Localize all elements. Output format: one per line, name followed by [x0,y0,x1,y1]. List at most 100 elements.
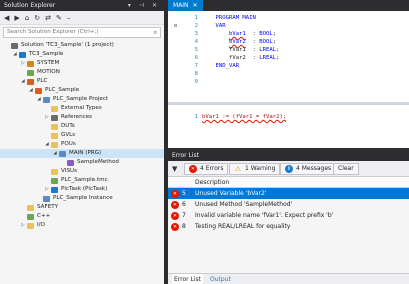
keyword-token: VAR [215,23,226,29]
close-icon[interactable]: ✕ [193,2,198,9]
solution-search-input[interactable]: Search Solution Explorer (Ctrl+;) ⌕ [3,27,161,38]
tab-error-list[interactable]: Error List [172,274,204,284]
tree-item-label: C++ [37,213,51,219]
tree-item[interactable]: ▷ I/O [0,221,164,230]
tree-item-label: External Types [61,105,102,111]
code-editor: MAIN ✕ 1 PROGRAM MAIN 2 VAR ⊟ 3 bVar1 : BOOL… [168,0,409,148]
code-line[interactable]: bVar2 : BOOL; [202,39,276,45]
error-number: 6 [182,201,186,208]
keyword-token: PROGRAM MAIN [215,15,256,21]
tree-item[interactable]: VISUs [0,167,164,176]
warnings-filter-button[interactable]: ⚠ 1 Warning [229,163,281,175]
messages-filter-button[interactable]: i 4 Messages [280,163,337,175]
expand-icon[interactable]: ▷ [44,185,50,194]
solution-explorer-title: Solution Explorer [4,2,56,9]
tree-item-label: SAFETY [37,204,59,210]
error-icon: ✕ [171,200,179,209]
home-icon[interactable]: ⌂ [25,13,29,23]
code-line[interactable]: bVar1 : BOOL; [202,31,276,37]
tree-item[interactable]: ◢ PLC_Sample [0,86,164,95]
collapse-arrow-icon[interactable]: ◢ [52,149,58,158]
tree-item-label: VISUs [61,168,78,174]
filter-icon[interactable]: ▼ [172,164,177,174]
tree-item[interactable]: ◢ TC3_Sample [0,50,164,59]
tree-item-label: PLC_Sample Instance [53,195,113,201]
fold-icon[interactable]: ⊟ [174,23,177,29]
expand-icon[interactable]: ▷ [20,59,26,68]
error-row[interactable]: ✕ 5 Unused Variable 'bVar2' [168,188,409,199]
description-column-header[interactable]: Description [195,177,229,188]
error-row[interactable]: ✕ 8 Testing REAL/LREAL for equality [168,221,409,232]
tree-item[interactable]: SAFETY [0,203,164,212]
code-line[interactable]: fVar1 : LREAL; [202,47,280,53]
code-line[interactable]: END_VAR [202,63,239,69]
expand-icon[interactable]: ▷ [20,221,26,230]
code-line[interactable]: VAR [202,23,226,29]
collapse-arrow-icon[interactable]: ◢ [12,50,18,59]
code-line[interactable]: bVar1 := (fVar1 = fVar2); [202,114,286,120]
flagged-token: bVar2 [228,39,246,45]
keyword-token: BOOL [259,39,273,45]
tree-item[interactable]: ◢ PLC [0,77,164,86]
tab-output[interactable]: Output [208,274,233,284]
folder-icon [51,141,58,148]
clear-button[interactable]: Clear [333,163,359,175]
flagged-token: bVar1 := (fVar1 = fVar2); [202,114,287,120]
code-token: ; [272,39,277,45]
collapse-arrow-icon[interactable]: ◢ [28,86,34,95]
error-row[interactable]: ✕ 6 Unused Method 'SampleMethod' [168,199,409,210]
tree-item[interactable]: PLC_Sample.tmc [0,176,164,185]
back-icon[interactable]: ◀ [4,13,9,23]
collapse-arrow-icon[interactable]: ◢ [20,77,26,86]
collapse-arrow-icon[interactable]: ◢ [36,95,42,104]
tree-item-label: Solution 'TC3_Sample' (1 project) [21,42,114,48]
history-icon[interactable]: ↻ [34,13,40,23]
tree-item[interactable]: DUTs [0,122,164,131]
declaration-editor[interactable]: 1 PROGRAM MAIN 2 VAR ⊟ 3 bVar1 : BOOL; 4 bVa… [168,11,409,105]
forward-icon[interactable]: ▶ [14,13,19,23]
tree-item[interactable]: ◢ POUs [0,140,164,149]
tmc-icon [51,177,58,184]
tree-item[interactable]: PLC_Sample Instance [0,194,164,203]
instance-icon [43,195,50,202]
properties-icon[interactable]: ✎ [56,13,62,23]
error-list-toolbar: ▼ ✕ 4 Errors ⚠ 1 Warning i 4 Messages Cl… [168,161,409,177]
error-row[interactable]: ✕ 7 Invalid variable name 'fVar1'. Expect … [168,210,409,221]
errors-filter-button[interactable]: ✕ 4 Errors [184,163,229,175]
tree-item[interactable]: ◢ MAIN (PRG) [0,149,164,158]
line-number: 1 [194,15,198,21]
warnings-count: 1 Warning [245,165,276,172]
tree-item[interactable]: ▷ PlcTask (PlcTask) [0,185,164,194]
search-icon[interactable]: ⌕ [154,28,157,37]
collapse-arrow-icon[interactable]: ◢ [44,140,50,149]
tree-item[interactable]: ▷ SYSTEM [0,59,164,68]
tree-item[interactable]: External Types [0,104,164,113]
line-number: 3 [194,31,198,37]
tree-item[interactable]: ◢ PLC_Sample Project [0,95,164,104]
tree-item[interactable]: Solution 'TC3_Sample' (1 project) [0,41,164,50]
error-icon: ✕ [171,211,179,220]
expand-icon[interactable]: ▷ [44,113,50,122]
sync-icon[interactable]: ⇄ [45,13,51,23]
tree-item[interactable]: C++ [0,212,164,221]
io-icon [27,222,34,229]
plc-proj-icon [43,96,50,103]
tree-item[interactable]: GVLs [0,131,164,140]
tree-item-label: MAIN (PRG) [69,150,102,156]
code-line[interactable]: PROGRAM MAIN [202,15,256,21]
code-line[interactable]: fVar2 : LREAL; [202,55,280,61]
tree-item[interactable]: MOTION [0,68,164,77]
implementation-editor[interactable]: 1 bVar1 := (fVar1 = fVar2); [168,108,409,148]
panel-window-controls[interactable]: ▾ ⊣ ✕ [128,0,160,11]
solution-tree: Solution 'TC3_Sample' (1 project) ◢ TC3_Sa… [0,41,164,230]
collapse-icon[interactable]: – [67,13,71,23]
error-description: Invalid variable name 'fVar1'. Expect pr… [195,212,334,219]
tab-main[interactable]: MAIN ✕ [168,0,203,11]
keyword-token: LREAL [259,47,277,53]
tree-item-label: PLC [37,78,48,84]
tree-item[interactable]: SampleMethod [0,158,164,167]
tree-item-label: DUTs [61,123,75,129]
tree-item[interactable]: ▷ References [0,113,164,122]
tree-item-label: I/O [37,222,45,228]
